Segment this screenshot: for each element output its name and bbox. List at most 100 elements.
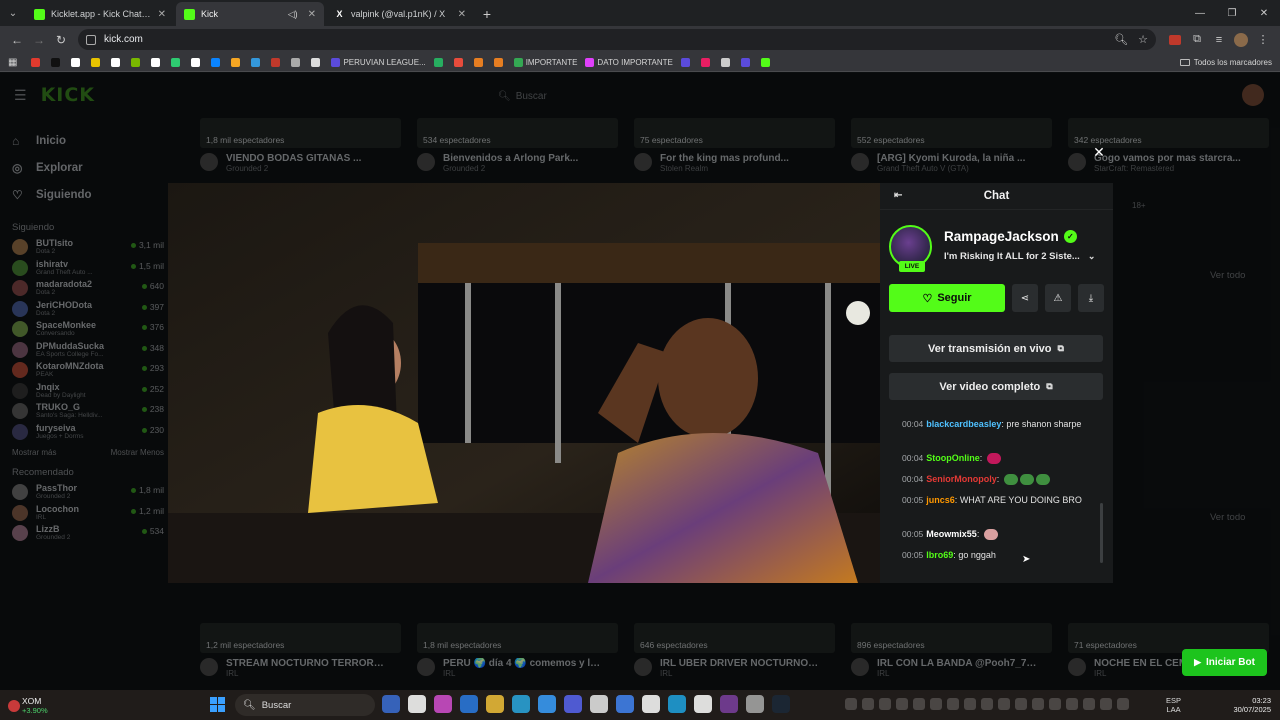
forward-icon[interactable]: → bbox=[28, 29, 50, 51]
follow-button[interactable]: ♡ Seguir bbox=[889, 284, 1005, 312]
tab-search-icon[interactable]: ⌄ bbox=[0, 0, 26, 26]
stream-title[interactable]: I'm Risking It ALL for 2 Siste... ⌄ bbox=[944, 251, 1095, 262]
clock[interactable]: 03:23 30/07/2025 bbox=[1225, 696, 1271, 714]
media-control-icon[interactable]: ≡ bbox=[1208, 29, 1230, 51]
tray-icon[interactable] bbox=[947, 698, 959, 710]
apps-grid-icon[interactable]: ▦ bbox=[8, 57, 17, 68]
maximize-icon[interactable]: ❐ bbox=[1216, 0, 1248, 26]
reload-icon[interactable]: ↻ bbox=[50, 29, 72, 51]
download-icon[interactable]: ⤓ bbox=[1078, 284, 1104, 312]
close-modal-icon[interactable]: ✕ bbox=[1092, 144, 1106, 160]
tray-icon[interactable] bbox=[896, 698, 908, 710]
stock-widget[interactable]: XOM +3.90% bbox=[0, 696, 90, 715]
bookmark-item[interactable] bbox=[271, 57, 283, 67]
back-icon[interactable]: ← bbox=[6, 29, 28, 51]
report-icon[interactable]: ⚠ bbox=[1045, 284, 1071, 312]
tab-x[interactable]: X valpink (@val.p1nK) / X ✕ bbox=[326, 2, 474, 26]
taskbar-app-icon[interactable] bbox=[616, 695, 634, 713]
tray-icon[interactable] bbox=[879, 698, 891, 710]
extensions-puzzle-icon[interactable]: ⧉ bbox=[1186, 29, 1208, 51]
bookmark-item[interactable]: DATO IMPORTANTE bbox=[585, 57, 673, 67]
taskbar-app-icon[interactable] bbox=[720, 695, 738, 713]
language-indicator[interactable]: ESP LAA bbox=[1166, 696, 1181, 714]
taskbar-app-icon[interactable] bbox=[694, 695, 712, 713]
bookmark-item[interactable] bbox=[680, 57, 693, 67]
tray-icon[interactable] bbox=[1066, 698, 1078, 710]
watch-live-button[interactable]: Ver transmisión en vivo ⧉ bbox=[889, 335, 1103, 362]
bookmark-item[interactable]: IMPORTANTE bbox=[513, 57, 577, 67]
zoom-icon[interactable]: 🔍︎ bbox=[1114, 33, 1128, 46]
taskbar-app-icon[interactable] bbox=[538, 695, 556, 713]
tray-icon[interactable] bbox=[964, 698, 976, 710]
tab-kicklet[interactable]: Kicklet.app - Kick Chatbot and ✕ bbox=[26, 2, 174, 26]
tray-icon[interactable] bbox=[998, 698, 1010, 710]
bookmark-item[interactable]: PERUVIAN LEAGUE... bbox=[331, 57, 426, 67]
taskbar-app-icon[interactable] bbox=[564, 695, 582, 713]
bookmark-item[interactable] bbox=[71, 57, 83, 67]
tray-icon[interactable] bbox=[1015, 698, 1027, 710]
start-bot-button[interactable]: ▶ Iniciar Bot bbox=[1182, 649, 1267, 676]
bookmark-item[interactable] bbox=[91, 57, 103, 67]
bookmark-item[interactable] bbox=[191, 57, 203, 67]
message-username[interactable]: juncs6 bbox=[926, 495, 955, 505]
collapse-chat-icon[interactable]: ⇤ bbox=[894, 190, 902, 201]
tray-icon[interactable] bbox=[862, 698, 874, 710]
tray-icon[interactable] bbox=[845, 698, 857, 710]
taskbar-app-icon[interactable] bbox=[486, 695, 504, 713]
bookmark-item[interactable] bbox=[493, 57, 506, 67]
taskbar-app-icon[interactable] bbox=[434, 695, 452, 713]
site-info-icon[interactable] bbox=[86, 34, 96, 45]
taskbar-app-icon[interactable] bbox=[408, 695, 426, 713]
bookmark-star-icon[interactable]: ☆ bbox=[1138, 33, 1148, 46]
bookmark-item[interactable] bbox=[251, 57, 263, 67]
close-tab-icon[interactable]: ✕ bbox=[158, 9, 166, 20]
chat-scrollbar[interactable] bbox=[1100, 503, 1103, 563]
bookmark-item[interactable] bbox=[453, 57, 466, 67]
bookmark-item[interactable] bbox=[131, 57, 143, 67]
bookmark-item[interactable] bbox=[740, 57, 753, 67]
taskbar-app-icon[interactable] bbox=[668, 695, 686, 713]
tray-icon[interactable] bbox=[1117, 698, 1129, 710]
message-username[interactable]: blackcardbeasley bbox=[926, 419, 1001, 429]
minimize-icon[interactable]: — bbox=[1184, 0, 1216, 26]
address-bar[interactable]: kick.com 🔍︎ ☆ bbox=[78, 29, 1156, 50]
bookmark-item[interactable] bbox=[720, 57, 733, 67]
bookmark-item[interactable] bbox=[51, 57, 63, 67]
taskbar-app-icon[interactable] bbox=[512, 695, 530, 713]
watch-full-video-button[interactable]: Ver video completo ⧉ bbox=[889, 373, 1103, 400]
taskbar-app-icon[interactable] bbox=[460, 695, 478, 713]
bookmark-item[interactable] bbox=[111, 57, 123, 67]
share-icon[interactable]: ⋖ bbox=[1012, 284, 1038, 312]
windows-start-icon[interactable] bbox=[210, 697, 225, 712]
all-bookmarks[interactable]: Todos los marcadores bbox=[1179, 58, 1272, 67]
bookmark-item[interactable] bbox=[31, 57, 43, 67]
profile-avatar[interactable] bbox=[1230, 29, 1252, 51]
taskbar-app-icon[interactable] bbox=[590, 695, 608, 713]
browser-menu-icon[interactable]: ⋮ bbox=[1252, 29, 1274, 51]
tray-icon[interactable] bbox=[981, 698, 993, 710]
tray-icon[interactable] bbox=[1083, 698, 1095, 710]
bookmark-item[interactable] bbox=[211, 57, 223, 67]
taskbar-search[interactable]: 🔍︎ Buscar bbox=[235, 694, 375, 716]
tray-icon[interactable] bbox=[1049, 698, 1061, 710]
close-window-icon[interactable]: ✕ bbox=[1248, 0, 1280, 26]
extension-icon[interactable] bbox=[1164, 29, 1186, 51]
message-username[interactable]: SeniorMonopoly bbox=[926, 474, 997, 484]
tray-icon[interactable] bbox=[930, 698, 942, 710]
tray-icon[interactable] bbox=[913, 698, 925, 710]
taskbar-app-icon[interactable] bbox=[642, 695, 660, 713]
bookmark-item[interactable] bbox=[700, 57, 713, 67]
close-tab-icon[interactable]: ✕ bbox=[458, 9, 466, 20]
bookmark-item[interactable] bbox=[473, 57, 486, 67]
bookmark-item[interactable] bbox=[171, 57, 183, 67]
bookmark-item[interactable] bbox=[231, 57, 243, 67]
speaker-icon[interactable]: ◁) bbox=[288, 9, 298, 20]
bookmark-item[interactable] bbox=[311, 57, 323, 67]
new-tab-button[interactable]: + bbox=[476, 2, 498, 26]
taskbar-app-icon[interactable] bbox=[746, 695, 764, 713]
bookmark-item[interactable] bbox=[151, 57, 163, 67]
tray-icon[interactable] bbox=[1100, 698, 1112, 710]
video-player[interactable] bbox=[168, 183, 880, 583]
taskbar-app-icon[interactable] bbox=[772, 695, 790, 713]
message-username[interactable]: Meowmix55 bbox=[926, 529, 977, 539]
